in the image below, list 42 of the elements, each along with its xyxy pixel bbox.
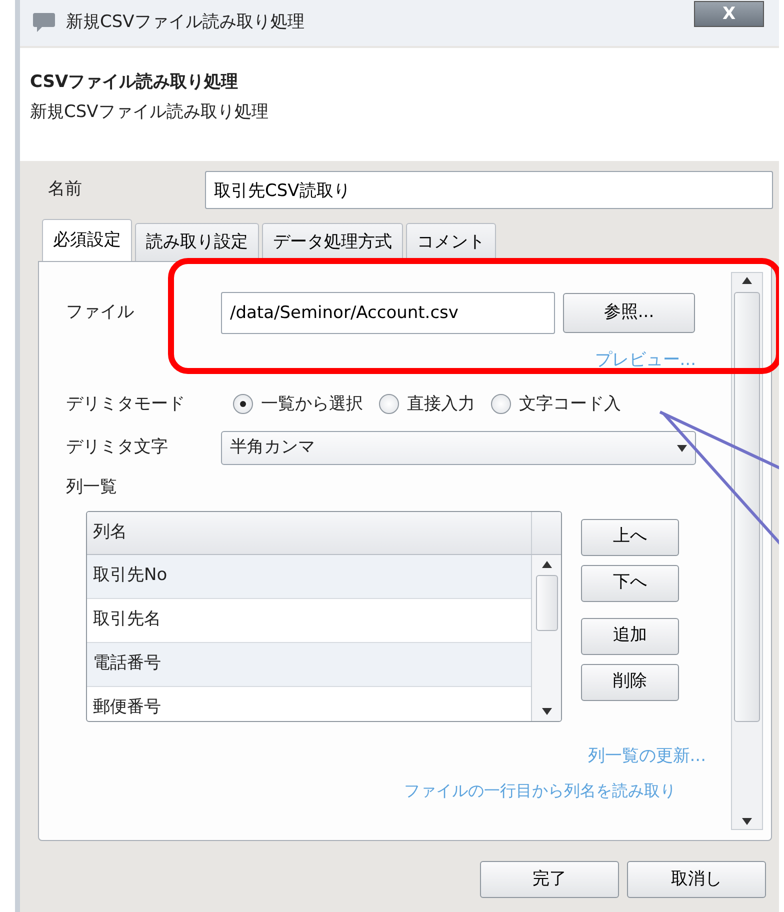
dialog-button[interactable]: 完了	[480, 861, 619, 898]
scroll-up-icon[interactable]	[742, 277, 752, 284]
speech-bubble-icon	[32, 12, 56, 34]
tab[interactable]: データ処理方式	[262, 223, 403, 261]
list-row[interactable]: 郵便番号	[87, 686, 531, 720]
delimiter-select[interactable]: 半角カンマ	[221, 431, 696, 465]
scroll-down-icon[interactable]	[742, 818, 752, 825]
file-path-field[interactable]: /data/Seminor/Account.csv	[221, 292, 555, 334]
list-row[interactable]: 電話番号	[87, 642, 531, 686]
radio-button[interactable]	[491, 394, 511, 414]
tab[interactable]: 必須設定	[42, 219, 132, 261]
dialog-button[interactable]: 取消し	[627, 861, 766, 898]
header-subtitle: 新規CSVファイル読み取り処理	[30, 100, 270, 124]
file-label: ファイル	[66, 301, 135, 324]
scroll-up-icon[interactable]	[542, 560, 552, 568]
scroll-thumb[interactable]	[734, 292, 760, 722]
radio-button[interactable]	[233, 394, 253, 414]
list-scrollbar[interactable]	[532, 554, 561, 720]
tab[interactable]: コメント	[406, 223, 496, 261]
list-button[interactable]: 下へ	[581, 564, 679, 602]
list-row[interactable]: 取引先No	[87, 554, 531, 598]
scroll-thumb[interactable]	[536, 574, 558, 630]
dropdown-arrow-icon[interactable]	[677, 444, 687, 452]
column-header: 列名	[87, 512, 532, 554]
radio-label[interactable]: 一覧から選択	[261, 392, 363, 417]
delimiter-mode-label: デリミタモード	[66, 392, 186, 416]
column-list-label: 列一覧	[66, 476, 118, 499]
list-button[interactable]: 上へ	[581, 518, 679, 556]
delimiter-char-label: デリミタ文字	[66, 436, 169, 460]
scroll-down-icon[interactable]	[542, 708, 552, 714]
scrollbar[interactable]	[731, 272, 763, 830]
window-title: 新規CSVファイル読み取り処理	[66, 11, 304, 34]
radio-label[interactable]: 文字コード入	[519, 392, 621, 417]
browse-button[interactable]: 参照...	[563, 293, 695, 333]
list-button[interactable]: 追加	[581, 618, 679, 654]
radio-button[interactable]	[379, 394, 399, 414]
list-button[interactable]: 削除	[581, 664, 679, 700]
radio-label[interactable]: 直接入力	[407, 392, 475, 417]
name-field[interactable]: 取引先CSV読取り	[205, 171, 773, 209]
header-title: CSVファイル読み取り処理	[30, 71, 240, 94]
tab[interactable]: 読み取り設定	[135, 223, 259, 261]
name-label: 名前	[48, 178, 83, 202]
